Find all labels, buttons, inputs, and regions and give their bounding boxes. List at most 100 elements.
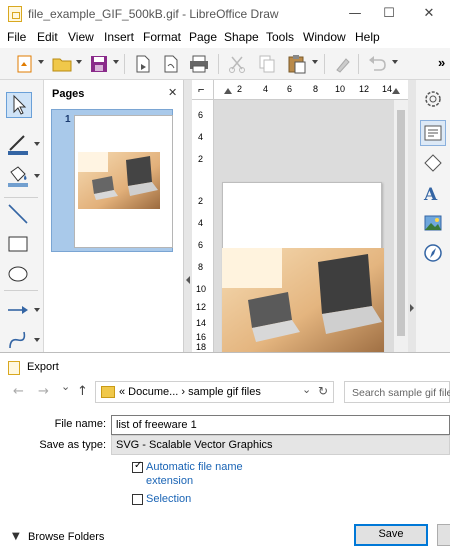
address-bar[interactable]: « Docume... › sample gif files ⌄ ↻: [95, 381, 334, 403]
checkmark-icon: ✓: [134, 460, 143, 471]
up-folder-icon[interactable]: ↑: [77, 384, 88, 399]
refresh-icon[interactable]: ↻: [318, 384, 328, 398]
vertical-scrollbar[interactable]: [394, 100, 408, 352]
undo-icon[interactable]: [366, 54, 388, 74]
breadcrumb[interactable]: « Docume... › sample gif files: [119, 386, 261, 398]
fill-color-dropdown-arrow[interactable]: [34, 174, 40, 178]
menu-help[interactable]: Help: [355, 30, 380, 44]
new-document-icon[interactable]: [14, 54, 36, 74]
automatic-extension-label-line2[interactable]: extension: [146, 475, 193, 487]
address-dropdown-icon[interactable]: ⌄: [302, 383, 311, 396]
ruler-label: 12: [196, 302, 207, 312]
save-as-type-value: SVG - Scalable Vector Graphics: [116, 439, 273, 451]
placed-photo-image[interactable]: [222, 248, 384, 352]
export-pdf-icon[interactable]: [160, 54, 182, 74]
curve-tool-icon[interactable]: [6, 328, 30, 352]
sidebar-settings-gear-icon[interactable]: [422, 88, 444, 110]
close-button[interactable]: ✕: [414, 4, 444, 24]
menu-file[interactable]: File: [7, 30, 26, 44]
tab-stop-icon[interactable]: ⌐: [198, 84, 204, 96]
ruler-label: 10: [335, 84, 346, 94]
print-icon[interactable]: [188, 54, 210, 74]
scrollbar-thumb[interactable]: [397, 110, 405, 336]
file-name-label: File name:: [54, 418, 106, 430]
search-box[interactable]: Search sample gif files: [344, 381, 450, 403]
minimize-button[interactable]: —: [340, 4, 370, 24]
file-name-input[interactable]: list of freeware 1: [111, 415, 450, 435]
cut-icon[interactable]: [226, 54, 248, 74]
sidebar-styles-icon[interactable]: A: [422, 182, 444, 204]
paste-dropdown-arrow[interactable]: [312, 60, 318, 64]
title-bar: file_example_GIF_500kB.gif - LibreOffice…: [0, 0, 450, 28]
page-thumbnail-number: 1: [65, 114, 71, 125]
sidebar-properties-icon[interactable]: [420, 120, 446, 146]
fill-color-icon[interactable]: [6, 164, 30, 188]
collapse-left-icon[interactable]: [186, 276, 190, 284]
drawing-canvas[interactable]: [214, 100, 394, 352]
vertical-ruler[interactable]: 6 4 2 2 4 6 8 10 12 14 16 18: [192, 100, 214, 352]
sidebar-shapes-icon[interactable]: [422, 152, 444, 174]
menu-view[interactable]: View: [68, 30, 94, 44]
rectangle-tool-icon[interactable]: [6, 232, 30, 256]
sidebar-gallery-icon[interactable]: [422, 212, 444, 234]
menu-format[interactable]: Format: [143, 30, 181, 44]
libreoffice-draw-icon: [8, 6, 22, 22]
ruler-label: 12: [359, 84, 370, 94]
open-dropdown-arrow[interactable]: [76, 60, 82, 64]
arrow-line-tool-icon[interactable]: [6, 298, 30, 322]
separator: [218, 54, 219, 74]
export-icon[interactable]: [132, 54, 154, 74]
line-color-dropdown-arrow[interactable]: [34, 142, 40, 146]
forward-icon[interactable]: →: [38, 384, 49, 399]
cancel-button[interactable]: [437, 524, 450, 546]
undo-dropdown-arrow[interactable]: [392, 60, 398, 64]
export-dialog-title: Export: [27, 361, 59, 373]
save-as-type-select[interactable]: SVG - Scalable Vector Graphics: [111, 435, 450, 455]
copy-icon[interactable]: [256, 54, 278, 74]
collapse-right-icon[interactable]: [410, 304, 414, 312]
ruler-label: 2: [198, 196, 204, 206]
menu-shape[interactable]: Shape: [224, 30, 259, 44]
select-pointer-icon[interactable]: [6, 92, 32, 118]
ruler-label: 10: [196, 284, 207, 294]
save-dropdown-arrow[interactable]: [113, 60, 119, 64]
toolbar-overflow-button[interactable]: »: [438, 55, 445, 70]
automatic-extension-checkbox[interactable]: ✓: [132, 460, 143, 473]
ruler-label: 4: [198, 132, 204, 142]
line-tool-icon[interactable]: [6, 202, 30, 226]
paste-icon[interactable]: [286, 54, 308, 74]
pages-panel-close-icon[interactable]: ✕: [168, 86, 177, 99]
standard-toolbar: »: [0, 48, 450, 80]
curve-dropdown-arrow[interactable]: [34, 338, 40, 342]
selection-label[interactable]: Selection: [146, 493, 191, 505]
menu-page[interactable]: Page: [189, 30, 217, 44]
menu-edit[interactable]: Edit: [37, 30, 58, 44]
arrow-line-dropdown-arrow[interactable]: [34, 308, 40, 312]
horizontal-ruler[interactable]: 2 4 6 8 10 12 14: [214, 80, 408, 100]
browse-folders-toggle[interactable]: Browse Folders: [28, 531, 104, 543]
ruler-label: 14: [196, 318, 207, 328]
open-folder-icon[interactable]: [51, 54, 73, 74]
menu-tools[interactable]: Tools: [266, 30, 294, 44]
line-color-icon[interactable]: [6, 132, 30, 156]
panel-splitter[interactable]: [184, 80, 192, 352]
sidebar-navigator-icon[interactable]: [422, 242, 444, 264]
maximize-button[interactable]: ☐: [374, 4, 404, 24]
horizontal-ruler-ticks: [224, 88, 400, 94]
new-dropdown-arrow[interactable]: [38, 60, 44, 64]
selection-checkbox[interactable]: [132, 494, 143, 505]
ellipse-tool-icon[interactable]: [6, 262, 30, 286]
recent-locations-icon[interactable]: ⌄: [61, 380, 70, 393]
save-button[interactable]: Save: [354, 524, 428, 546]
save-icon[interactable]: [88, 54, 110, 74]
clone-formatting-icon[interactable]: [332, 54, 354, 74]
sidebar-splitter[interactable]: [408, 80, 416, 352]
ruler-label: 4: [263, 84, 269, 94]
automatic-extension-label[interactable]: Automatic file name: [146, 461, 243, 473]
menu-insert[interactable]: Insert: [104, 30, 134, 44]
ruler-label: 16: [196, 332, 207, 342]
separator: [324, 54, 325, 74]
back-icon[interactable]: ←: [13, 384, 24, 399]
chevron-down-icon[interactable]: ▼: [12, 531, 20, 542]
menu-window[interactable]: Window: [303, 30, 346, 44]
